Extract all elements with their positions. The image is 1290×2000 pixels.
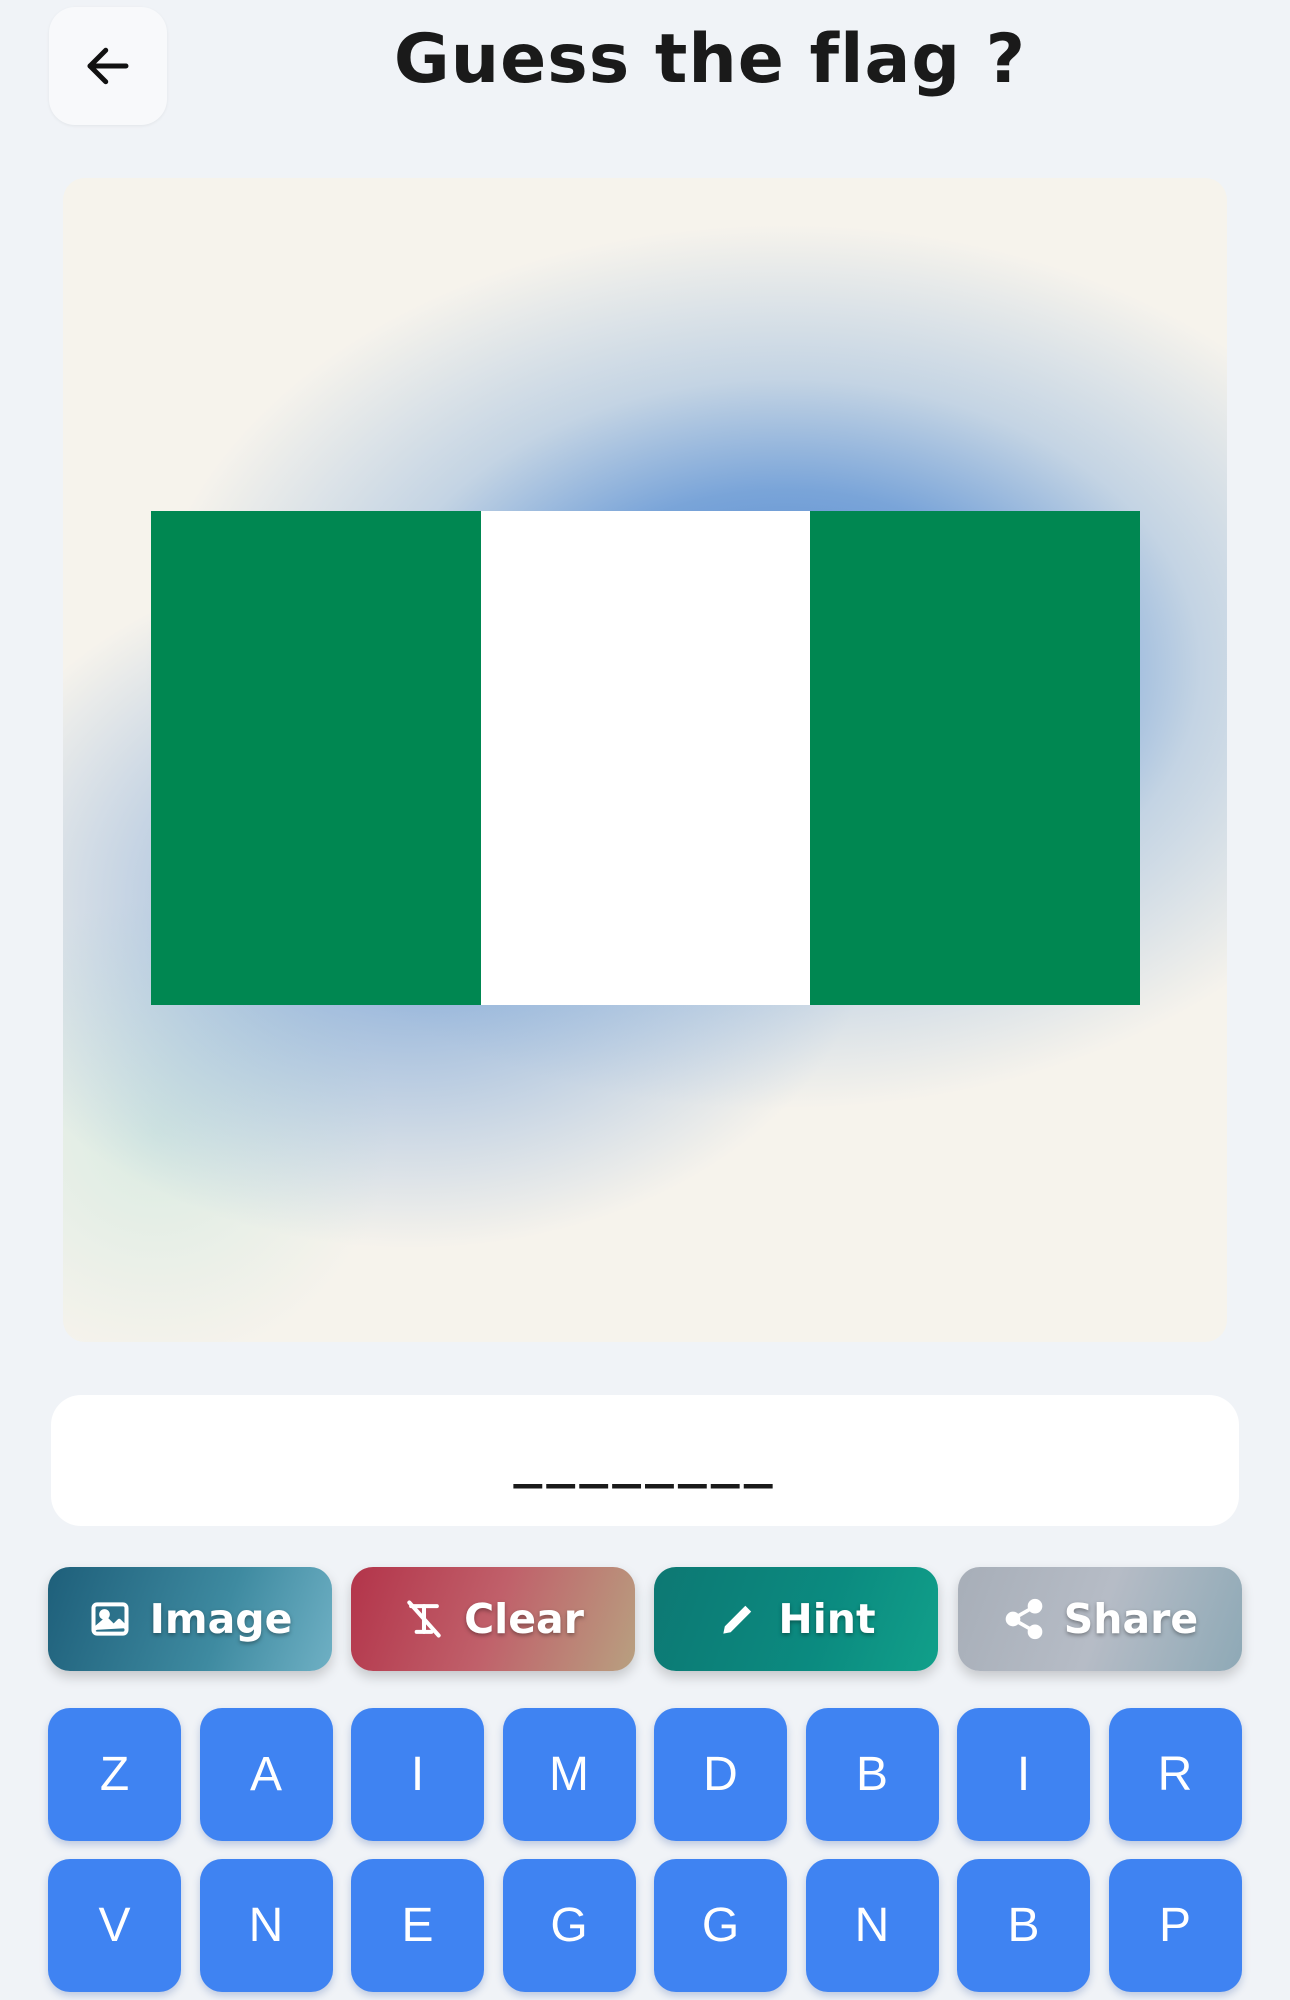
answer-slots: ________ (513, 1433, 777, 1489)
flag-band-right (810, 511, 1141, 1005)
letter-key[interactable]: B (805, 1708, 939, 1841)
flag-band-left (151, 511, 481, 1005)
letter-key[interactable]: E (351, 1859, 484, 1992)
image-button-label: Image (149, 1595, 293, 1643)
letter-key[interactable]: N (199, 1859, 333, 1992)
letter-key[interactable]: M (502, 1708, 636, 1841)
pencil-icon (723, 1605, 752, 1634)
clear-button[interactable]: Clear (351, 1567, 635, 1671)
letter-key[interactable]: G (502, 1859, 636, 1992)
letter-key[interactable]: B (957, 1859, 1090, 1992)
flag-band-center (480, 511, 811, 1005)
action-bar: Image Clear Hint Share (48, 1567, 1242, 1671)
hint-button-label: Hint (778, 1595, 876, 1643)
hint-button[interactable]: Hint (654, 1567, 938, 1671)
letter-key[interactable]: R (1108, 1708, 1242, 1841)
letter-key[interactable]: I (351, 1708, 484, 1841)
letter-key[interactable]: Z (48, 1708, 181, 1841)
letter-key[interactable]: G (654, 1859, 787, 1992)
clear-format-icon (407, 1600, 441, 1638)
image-icon (91, 1602, 129, 1636)
share-button[interactable]: Share (958, 1567, 1242, 1671)
letter-key[interactable]: V (48, 1859, 181, 1992)
image-button[interactable]: Image (48, 1567, 332, 1671)
header: Guess the flag ? (0, 0, 1290, 140)
letter-key[interactable]: P (1108, 1859, 1242, 1992)
share-button-label: Share (1063, 1595, 1199, 1643)
flag-card (63, 178, 1227, 1342)
answer-field[interactable]: ________ (51, 1395, 1239, 1526)
letter-key[interactable]: I (957, 1708, 1090, 1841)
share-icon (1005, 1598, 1043, 1640)
page-title: Guess the flag ? (393, 20, 1027, 99)
letter-key[interactable]: A (199, 1708, 333, 1841)
clear-button-label: Clear (464, 1595, 584, 1643)
letter-key[interactable]: N (805, 1859, 939, 1992)
flag-image (151, 511, 1141, 1005)
letter-key[interactable]: D (654, 1708, 787, 1841)
